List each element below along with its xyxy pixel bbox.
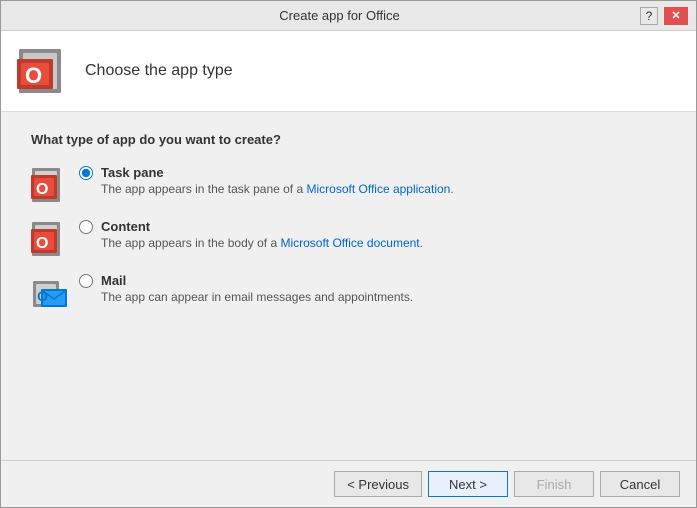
header-section: O Choose the app type [1, 31, 696, 112]
svg-text:O: O [36, 181, 48, 198]
taskpane-radio[interactable] [79, 166, 93, 180]
content-link[interactable]: Microsoft Office document [280, 236, 419, 250]
content-title[interactable]: Content [101, 219, 150, 234]
finish-button[interactable]: Finish [514, 471, 594, 497]
svg-text:O: O [37, 288, 48, 304]
svg-text:O: O [36, 235, 48, 252]
taskpane-desc: The app appears in the task pane of a Mi… [101, 182, 454, 196]
taskpane-link[interactable]: Microsoft Office application [306, 182, 450, 196]
office-logo: O [17, 45, 69, 97]
content-radio[interactable] [79, 220, 93, 234]
title-bar-controls: ? ✕ [640, 7, 688, 25]
option-row-content: O Content The app appears in the body of… [31, 219, 666, 259]
content-area: What type of app do you want to create? … [1, 112, 696, 460]
taskpane-option-content: Task pane The app appears in the task pa… [79, 165, 454, 196]
next-button[interactable]: Next > [428, 471, 508, 497]
mail-desc: The app can appear in email messages and… [101, 290, 413, 304]
title-bar: Create app for Office ? ✕ [1, 1, 696, 31]
taskpane-icon: O [31, 167, 69, 205]
mail-option-content: Mail The app can appear in email message… [79, 273, 413, 304]
close-button[interactable]: ✕ [664, 7, 688, 25]
help-button[interactable]: ? [640, 7, 658, 25]
content-option-content: Content The app appears in the body of a… [79, 219, 423, 250]
previous-button[interactable]: < Previous [334, 471, 422, 497]
cancel-button[interactable]: Cancel [600, 471, 680, 497]
content-icon: O [31, 221, 69, 259]
mail-icon: O [31, 275, 69, 313]
mail-radio[interactable] [79, 274, 93, 288]
mail-title[interactable]: Mail [101, 273, 126, 288]
svg-text:O: O [25, 63, 42, 88]
header-title: Choose the app type [85, 62, 233, 80]
main-window: Create app for Office ? ✕ O Choose the a… [0, 0, 697, 508]
taskpane-label-row: Task pane [79, 165, 454, 180]
question-label: What type of app do you want to create? [31, 132, 666, 147]
footer-section: < Previous Next > Finish Cancel [1, 460, 696, 507]
taskpane-title[interactable]: Task pane [101, 165, 164, 180]
option-row-taskpane: O Task pane The app appears in the task … [31, 165, 666, 205]
option-row-mail: O Mail The app can appear in email messa… [31, 273, 666, 313]
content-desc: The app appears in the body of a Microso… [101, 236, 423, 250]
window-title: Create app for Office [39, 8, 640, 23]
content-label-row: Content [79, 219, 423, 234]
mail-label-row: Mail [79, 273, 413, 288]
